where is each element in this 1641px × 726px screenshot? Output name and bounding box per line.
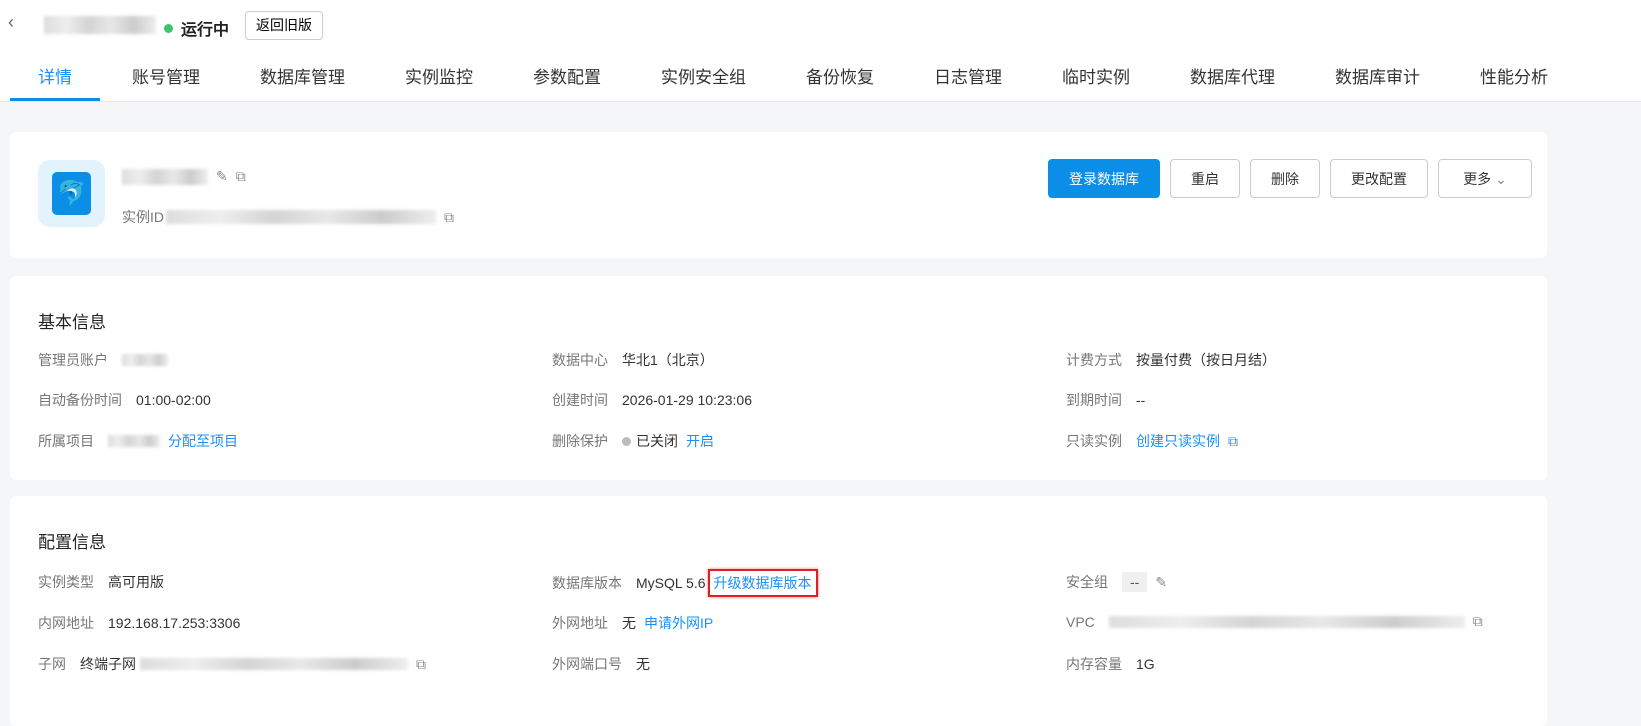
ext-ip-value: 无: [622, 615, 636, 631]
protect-value: 已关闭: [636, 433, 678, 449]
header: ‹ 运行中 返回旧版 详情 账号管理 数据库管理 实例监控 参数配置 实例安全组…: [0, 0, 1641, 102]
vpc-label: VPC: [1066, 613, 1095, 630]
tab-performance[interactable]: 性能分析: [1452, 60, 1576, 101]
enable-protect-link[interactable]: 开启: [686, 431, 714, 451]
section-title: 配置信息: [38, 533, 106, 552]
admin-redacted: [122, 354, 168, 366]
ext-ip-label: 外网地址: [552, 615, 608, 631]
change-config-button[interactable]: 更改配置: [1330, 159, 1428, 198]
tab-parameters[interactable]: 参数配置: [505, 60, 629, 101]
copy-icon[interactable]: ⧉: [416, 656, 426, 673]
billing-label: 计费方式: [1066, 352, 1122, 368]
tab-audit[interactable]: 数据库审计: [1307, 60, 1448, 101]
subnet-label: 子网: [38, 656, 66, 672]
copy-icon[interactable]: ⧉: [236, 168, 246, 185]
ext-port-value: 无: [636, 656, 650, 672]
instance-card: 🐬 ✎ ⧉ 实例ID ⧉ 登录数据库 重启 删除 更改配置 更多 ⌄: [10, 132, 1547, 258]
protect-label: 删除保护: [552, 433, 608, 449]
memory-label: 内存容量: [1066, 656, 1122, 672]
basic-info-card: 基本信息 管理员账户 自动备份时间 01:00-02:00 所属项目 分配至项目 数…: [10, 276, 1547, 480]
edit-icon[interactable]: ✎: [1155, 574, 1167, 591]
delete-button[interactable]: 删除: [1250, 159, 1320, 198]
more-label: 更多: [1463, 170, 1492, 187]
tab-backup[interactable]: 备份恢复: [778, 60, 902, 101]
tab-bar: 详情 账号管理 数据库管理 实例监控 参数配置 实例安全组 备份恢复 日志管理 …: [10, 60, 1580, 101]
edit-icon[interactable]: ✎: [216, 168, 228, 185]
project-redacted: [108, 435, 160, 447]
tab-details[interactable]: 详情: [10, 60, 100, 101]
expire-label: 到期时间: [1066, 392, 1122, 408]
chevron-down-icon: ⌄: [1495, 170, 1507, 187]
restart-button[interactable]: 重启: [1170, 159, 1240, 198]
expire-value: --: [1136, 392, 1146, 408]
type-value: 高可用版: [108, 574, 164, 590]
subnet-redacted: [140, 658, 408, 670]
copy-icon[interactable]: ⧉: [1473, 613, 1483, 630]
subnet-value: 终端子网: [80, 656, 136, 672]
dc-value: 华北1（北京）: [622, 352, 714, 368]
sg-label: 安全组: [1066, 574, 1108, 590]
tab-security-group[interactable]: 实例安全组: [633, 60, 774, 101]
more-button[interactable]: 更多 ⌄: [1438, 159, 1532, 198]
tab-accounts[interactable]: 账号管理: [104, 60, 228, 101]
login-database-button[interactable]: 登录数据库: [1048, 159, 1160, 198]
admin-label: 管理员账户: [38, 352, 108, 368]
tab-databases[interactable]: 数据库管理: [232, 60, 373, 101]
external-link-icon[interactable]: ⧉: [1228, 433, 1238, 450]
backup-value: 01:00-02:00: [136, 392, 211, 408]
back-icon[interactable]: ‹: [8, 12, 14, 33]
upgrade-version-link[interactable]: 升级数据库版本: [707, 569, 818, 597]
ip-label: 内网地址: [38, 615, 94, 631]
type-label: 实例类型: [38, 574, 94, 590]
tab-temp-instance[interactable]: 临时实例: [1034, 60, 1158, 101]
assign-project-link[interactable]: 分配至项目: [168, 431, 238, 451]
billing-value: 按量付费（按日月结）: [1136, 352, 1276, 368]
status-badge: 运行中: [164, 16, 229, 40]
created-label: 创建时间: [552, 392, 608, 408]
version-label: 数据库版本: [552, 575, 622, 591]
dc-label: 数据中心: [552, 352, 608, 368]
section-title: 基本信息: [38, 313, 106, 332]
vpc-redacted: [1108, 615, 1465, 628]
status-text: 运行中: [181, 22, 230, 39]
backup-label: 自动备份时间: [38, 392, 122, 408]
readonly-label: 只读实例: [1066, 433, 1122, 449]
project-label: 所属项目: [38, 433, 94, 449]
return-old-version-button[interactable]: 返回旧版: [245, 11, 323, 40]
status-dot-icon: [622, 436, 631, 446]
instance-id-redacted: [166, 210, 436, 224]
tab-logs[interactable]: 日志管理: [906, 60, 1030, 101]
create-readonly-link[interactable]: 创建只读实例: [1136, 431, 1220, 451]
version-value: MySQL 5.6: [636, 575, 706, 591]
ip-value: 192.168.17.253:3306: [108, 615, 241, 631]
memory-value: 1G: [1136, 656, 1155, 672]
copy-icon[interactable]: ⧉: [444, 209, 454, 226]
tab-proxy[interactable]: 数据库代理: [1162, 60, 1303, 101]
instance-id-label: 实例ID: [122, 209, 164, 225]
created-value: 2026-01-29 10:23:06: [622, 392, 752, 408]
config-info-card: 配置信息 实例类型 高可用版 内网地址 192.168.17.253:3306 子网…: [10, 496, 1547, 726]
status-dot-icon: [164, 23, 173, 33]
sg-value: --: [1122, 572, 1148, 592]
tab-monitoring[interactable]: 实例监控: [377, 60, 501, 101]
mysql-logo-icon: 🐬: [38, 160, 105, 227]
apply-ext-ip-link[interactable]: 申请外网IP: [644, 613, 713, 633]
instance-name-redacted: [44, 16, 156, 34]
instance-name-redacted: [122, 168, 208, 185]
ext-port-label: 外网端口号: [552, 656, 622, 672]
